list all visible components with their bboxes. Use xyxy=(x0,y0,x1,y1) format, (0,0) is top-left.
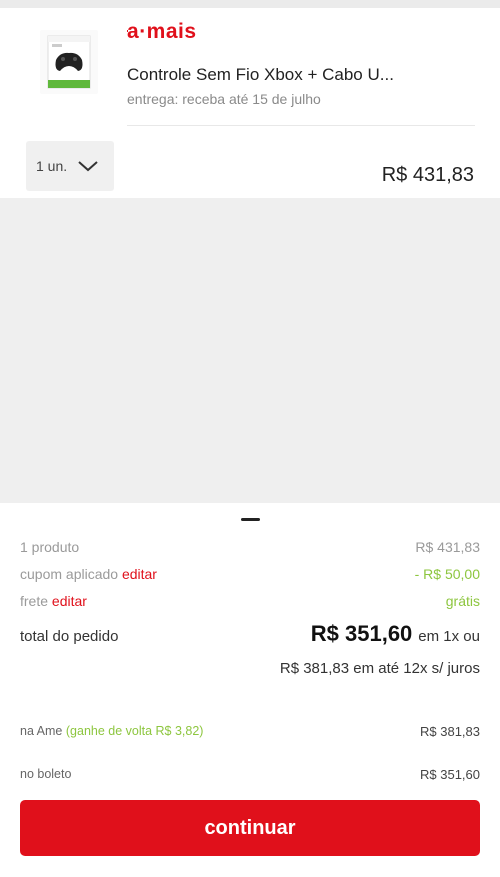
payment-boleto-row: no boleto R$ 351,60 xyxy=(20,767,480,782)
product-title[interactable]: Controle Sem Fio Xbox + Cabo U... xyxy=(127,65,447,85)
brand-logo-text: ·mais xyxy=(139,20,197,43)
summary-shipping-row: frete editar grátis xyxy=(20,593,480,609)
brand-logo: a·mais xyxy=(127,20,197,44)
delivery-estimate: entrega: receba até 15 de julho xyxy=(127,91,321,107)
shipping-value: grátis xyxy=(445,593,480,609)
total-label: total do pedido xyxy=(20,628,119,645)
sheet-drag-handle[interactable] xyxy=(241,518,260,521)
boleto-label: no boleto xyxy=(20,767,72,781)
payment-ame-row: na Ame (ganhe de volta R$ 3,82) R$ 381,8… xyxy=(20,724,480,739)
installments-text: R$ 381,83 em até 12x s/ juros xyxy=(279,660,480,677)
products-value: R$ 431,83 xyxy=(415,539,480,555)
total-price-wrap: R$ 351,60 em 1x ou xyxy=(311,621,480,647)
quantity-value: 1 un. xyxy=(36,158,68,174)
ame-cashback: (ganhe de volta R$ 3,82) xyxy=(65,724,204,738)
product-price: R$ 431,83 xyxy=(381,164,474,186)
shipping-label: frete xyxy=(20,593,49,609)
ame-label-wrap: na Ame (ganhe de volta R$ 3,82) xyxy=(20,724,203,739)
total-suffix: em 1x ou xyxy=(418,628,480,645)
coupon-edit-link[interactable]: editar xyxy=(122,566,157,582)
xbox-controller-box-icon xyxy=(40,30,98,94)
ame-label: na Ame xyxy=(20,724,63,738)
shipping-edit-link[interactable]: editar xyxy=(52,593,87,609)
summary-coupon-row: cupom aplicado editar - R$ 50,00 xyxy=(20,566,480,582)
quantity-select[interactable]: 1 un. xyxy=(26,141,114,191)
coupon-label-wrap: cupom aplicado editar xyxy=(20,566,157,582)
total-price: R$ 351,60 xyxy=(310,621,413,646)
shipping-label-wrap: frete editar xyxy=(20,593,87,609)
continue-button[interactable]: continuar xyxy=(20,800,480,856)
top-strip xyxy=(0,0,500,8)
divider xyxy=(127,125,475,126)
coupon-value: - R$ 50,00 xyxy=(414,566,480,582)
summary-total-row: total do pedido R$ 351,60 em 1x ou xyxy=(20,621,480,647)
checkout-page: a·mais Controle Sem Fio Xbox + Cabo U...… xyxy=(0,0,500,877)
ame-value: R$ 381,83 xyxy=(420,724,480,739)
product-card: a·mais Controle Sem Fio Xbox + Cabo U...… xyxy=(0,8,500,198)
chevron-down-icon xyxy=(78,161,98,172)
boleto-value: R$ 351,60 xyxy=(420,767,480,782)
order-summary-sheet: 1 produto R$ 431,83 cupom aplicado edita… xyxy=(0,503,500,877)
products-label: 1 produto xyxy=(20,539,80,555)
brand-logo-a: a xyxy=(127,20,140,43)
coupon-label: cupom aplicado xyxy=(20,566,119,582)
summary-products-row: 1 produto R$ 431,83 xyxy=(20,539,480,555)
